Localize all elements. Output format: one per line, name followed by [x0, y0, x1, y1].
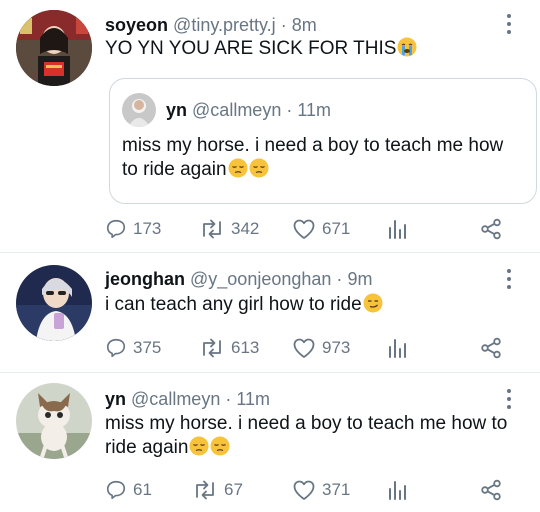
heart-icon: [293, 338, 315, 358]
tweet-text-content: YO YN YOU ARE SICK FOR THIS: [105, 38, 397, 59]
analytics-icon: [389, 481, 406, 500]
separator: ·: [225, 389, 232, 409]
separator: ·: [336, 269, 343, 289]
tweet-header: yn @callmeyn · 11m: [105, 388, 270, 410]
smirking-face-icon: [363, 293, 383, 313]
quoted-tweet-header: yn @callmeyn · 11m: [166, 99, 331, 121]
tweet-actions: 173 342 671: [105, 216, 515, 242]
analytics-icon: [389, 339, 406, 358]
reply-icon: [106, 338, 126, 358]
tweet-text: YO YN YOU ARE SICK FOR THIS: [105, 37, 525, 61]
like-button[interactable]: 973: [292, 335, 350, 361]
reply-count: 375: [133, 338, 162, 357]
quoted-tweet[interactable]: yn @callmeyn · 11m miss my horse. i need…: [109, 78, 537, 204]
pensive-face-icon: [228, 158, 248, 178]
timestamp[interactable]: 11m: [236, 389, 270, 409]
author-handle[interactable]: @callmeyn: [131, 389, 220, 409]
like-button[interactable]: 671: [292, 216, 350, 242]
tweet[interactable]: yn @callmeyn · 11m miss my horse. i need…: [0, 373, 540, 512]
tweet-actions: 375 613 973: [105, 335, 515, 361]
retweet-count: 67: [224, 480, 243, 499]
author-name[interactable]: yn: [105, 389, 126, 409]
tweet-text: i can teach any girl how to ride: [105, 293, 525, 317]
heart-icon: [293, 219, 315, 239]
reply-button[interactable]: 375: [105, 335, 161, 361]
like-count: 371: [322, 480, 351, 499]
tweet-header: jeonghan @y_oonjeonghan · 9m: [105, 268, 372, 290]
quoted-author-name[interactable]: yn: [166, 100, 187, 120]
separator: ·: [280, 15, 287, 35]
timestamp[interactable]: 8m: [292, 15, 317, 35]
tweet[interactable]: jeonghan @y_oonjeonghan · 9m i can teach…: [0, 253, 540, 372]
tweet-text: miss my horse. i need a boy to teach me …: [105, 412, 525, 460]
share-button[interactable]: [480, 216, 502, 242]
quoted-author-handle[interactable]: @callmeyn: [192, 100, 281, 120]
reply-count: 173: [133, 219, 162, 238]
separator: ·: [286, 100, 293, 120]
retweet-icon: [196, 480, 214, 500]
like-button[interactable]: 371: [292, 477, 350, 503]
share-icon: [481, 479, 501, 501]
more-options-icon[interactable]: [502, 14, 516, 34]
like-count: 671: [322, 219, 351, 238]
quoted-tweet-text: miss my horse. i need a boy to teach me …: [122, 134, 522, 182]
analytics-button[interactable]: [386, 216, 408, 242]
avatar[interactable]: [16, 265, 92, 341]
author-name[interactable]: soyeon: [105, 15, 168, 35]
author-name[interactable]: jeonghan: [105, 269, 185, 289]
reply-button[interactable]: 173: [105, 216, 161, 242]
retweet-icon: [203, 338, 221, 358]
analytics-icon: [389, 220, 406, 239]
timestamp[interactable]: 9m: [347, 269, 372, 289]
reply-icon: [106, 480, 126, 500]
avatar[interactable]: [122, 93, 156, 127]
pensive-face-icon: [249, 158, 269, 178]
author-handle[interactable]: @tiny.pretty.j: [173, 15, 276, 35]
tweet-header: soyeon @tiny.pretty.j · 8m: [105, 14, 317, 36]
pensive-face-icon: [210, 436, 230, 456]
analytics-button[interactable]: [386, 335, 408, 361]
retweet-count: 613: [231, 338, 260, 357]
loudly-crying-face-icon: [397, 37, 417, 57]
more-options-icon[interactable]: [502, 269, 516, 289]
more-options-icon[interactable]: [502, 389, 516, 409]
timestamp[interactable]: 11m: [297, 100, 331, 120]
tweet-text-content: i can teach any girl how to ride: [105, 294, 362, 315]
tweet-actions: 61 67 371: [105, 477, 515, 503]
avatar[interactable]: [16, 10, 92, 86]
analytics-button[interactable]: [386, 477, 408, 503]
quoted-tweet-text-content: miss my horse. i need a boy to teach me …: [122, 135, 504, 180]
share-button[interactable]: [480, 477, 502, 503]
reply-icon: [106, 219, 126, 239]
pensive-face-icon: [189, 436, 209, 456]
author-handle[interactable]: @y_oonjeonghan: [190, 269, 331, 289]
share-icon: [481, 218, 501, 240]
retweet-button[interactable]: 342: [199, 216, 259, 242]
like-count: 973: [322, 338, 351, 357]
tweet-text-content: miss my horse. i need a boy to teach me …: [105, 413, 508, 458]
retweet-icon: [203, 219, 221, 239]
reply-count: 61: [133, 480, 152, 499]
reply-button[interactable]: 61: [105, 477, 152, 503]
share-icon: [481, 337, 501, 359]
heart-icon: [293, 480, 315, 500]
share-button[interactable]: [480, 335, 502, 361]
retweet-button[interactable]: 67: [192, 477, 243, 503]
avatar[interactable]: [16, 383, 92, 459]
retweet-count: 342: [231, 219, 260, 238]
tweet[interactable]: soyeon @tiny.pretty.j · 8m YO YN YOU ARE…: [0, 0, 540, 252]
retweet-button[interactable]: 613: [199, 335, 259, 361]
